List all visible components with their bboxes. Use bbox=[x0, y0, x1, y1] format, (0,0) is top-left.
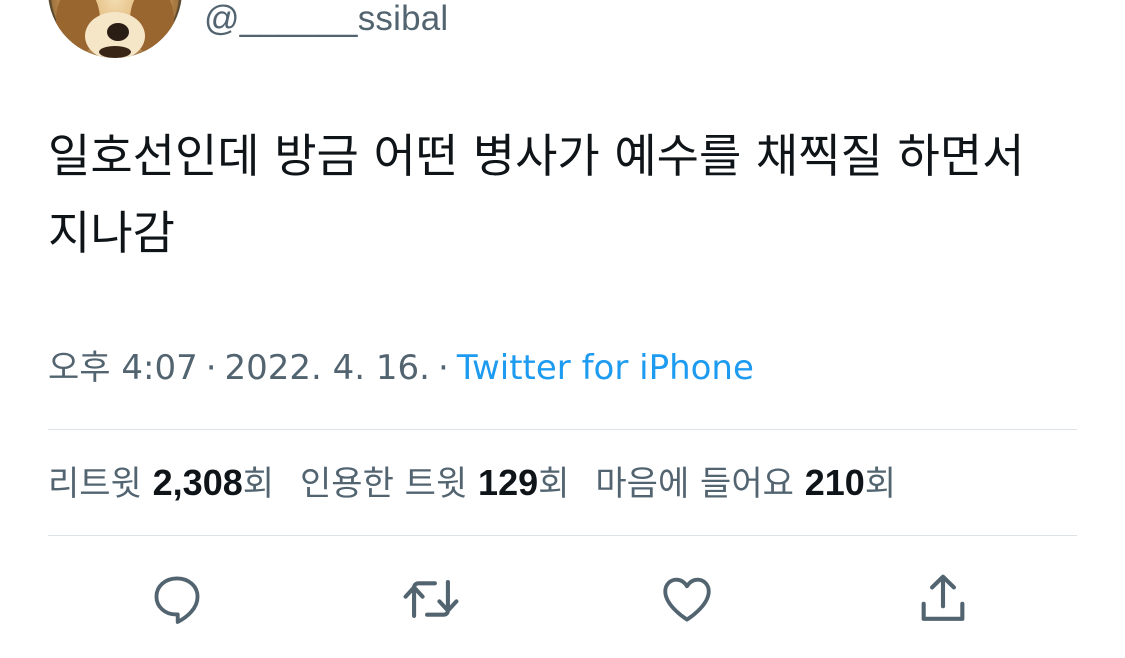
share-icon bbox=[921, 574, 965, 621]
author-handle[interactable]: @______ssibal bbox=[204, 0, 448, 38]
tweet-time: 오후 4:07 bbox=[48, 348, 198, 388]
retweet-icon bbox=[403, 580, 459, 618]
likes-count: 210 bbox=[804, 462, 865, 503]
tweet-source-link[interactable]: Twitter for iPhone bbox=[457, 348, 754, 388]
meta-separator: · bbox=[205, 348, 217, 388]
retweet-button[interactable] bbox=[398, 566, 464, 632]
quotes-label: 인용한 트윗 bbox=[300, 464, 479, 504]
divider bbox=[48, 535, 1077, 536]
like-icon bbox=[663, 577, 711, 622]
tweet-meta: 오후 4:07 · 2022. 4. 16. · Twitter for iPhone bbox=[48, 346, 754, 390]
tweet-text: 일호선인데 방금 어떤 병사가 예수를 채찍질 하면서 지나감 bbox=[48, 129, 1040, 260]
retweets-suffix: 회 bbox=[242, 464, 275, 504]
likes-suffix: 회 bbox=[864, 464, 897, 504]
retweets-label: 리트윗 bbox=[48, 464, 153, 504]
likes-stat[interactable]: 마음에 들어요 210회 bbox=[595, 460, 896, 507]
tweet-date: 2022. 4. 16. bbox=[224, 348, 430, 388]
share-button[interactable] bbox=[910, 566, 976, 632]
retweets-count: 2,308 bbox=[152, 462, 243, 503]
retweets-stat[interactable]: 리트윗 2,308회 bbox=[48, 460, 274, 507]
quotes-suffix: 회 bbox=[538, 464, 570, 504]
likes-label: 마음에 들어요 bbox=[595, 464, 805, 504]
reply-icon bbox=[154, 576, 200, 624]
avatar[interactable] bbox=[48, 0, 182, 58]
quotes-stat[interactable]: 인용한 트윗 129회 bbox=[300, 460, 569, 507]
meta-separator: · bbox=[438, 348, 449, 388]
tweet-stats: 리트윗 2,308회 인용한 트윗 129회 마음에 들어요 210회 bbox=[48, 460, 922, 507]
like-button[interactable] bbox=[654, 566, 720, 632]
quotes-count: 129 bbox=[478, 462, 539, 503]
divider bbox=[48, 429, 1077, 430]
tweet-actions-bar bbox=[0, 566, 1125, 632]
dog-avatar-image bbox=[48, 0, 182, 58]
reply-button[interactable] bbox=[144, 566, 210, 632]
